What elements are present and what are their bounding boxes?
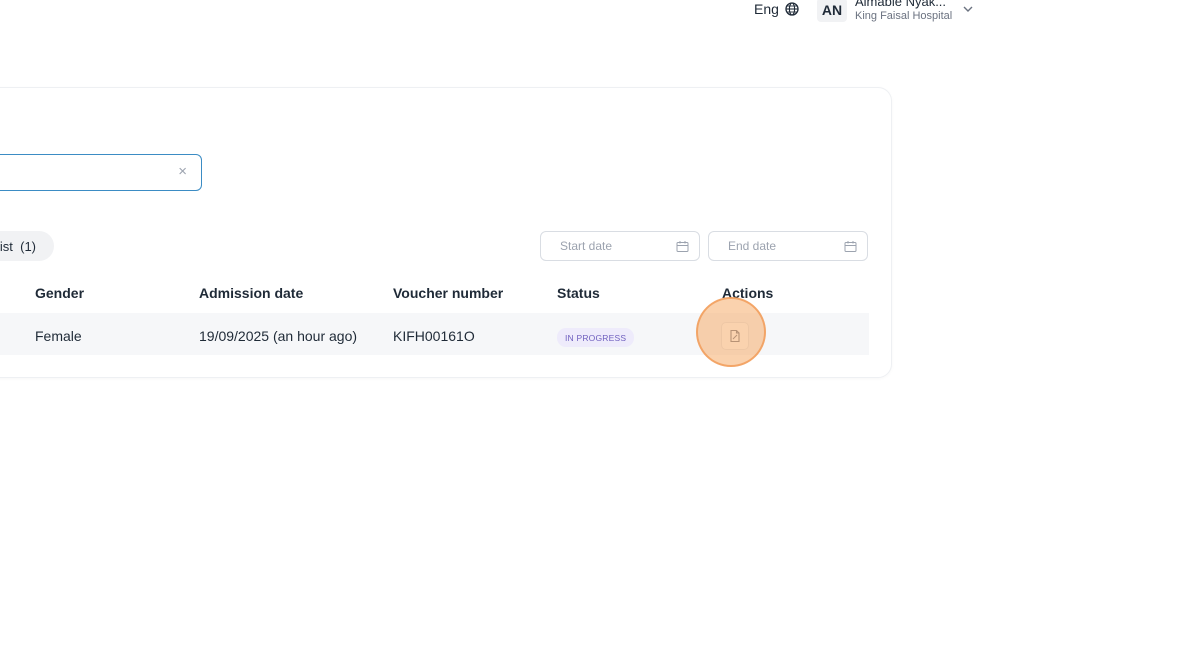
chevron-down-icon[interactable] <box>962 4 974 14</box>
header-status[interactable]: Status <box>557 285 600 301</box>
document-icon <box>730 329 740 343</box>
avatar[interactable]: AN <box>817 0 847 22</box>
language-switcher[interactable]: Eng <box>754 1 799 17</box>
header-admission-date[interactable]: Admission date <box>199 285 303 301</box>
start-date-input[interactable] <box>541 232 680 260</box>
search-input[interactable] <box>0 155 171 188</box>
header-actions: Actions <box>722 285 774 301</box>
clear-icon[interactable]: × <box>178 163 187 180</box>
end-date-picker[interactable] <box>708 231 868 261</box>
top-bar: Eng AN Aimable Nyak... King Faisal Hospi… <box>0 0 1200 30</box>
tab-list[interactable]: List (1) <box>0 231 54 261</box>
view-document-button[interactable] <box>721 322 749 350</box>
user-name: Aimable Nyak... <box>855 0 947 9</box>
calendar-icon <box>676 241 689 252</box>
header-gender[interactable]: Gender <box>35 285 84 301</box>
user-organization: King Faisal Hospital <box>855 9 953 22</box>
cell-gender: Female <box>35 328 82 344</box>
tab-list-label: List <box>0 238 13 254</box>
globe-icon <box>785 2 799 16</box>
cell-admission-date: 19/09/2025 (an hour ago) <box>199 328 358 344</box>
end-date-input[interactable] <box>709 232 848 260</box>
language-label: Eng <box>754 1 779 17</box>
cell-voucher-number: KIFH00161O <box>393 328 475 344</box>
header-voucher-number[interactable]: Voucher number <box>393 285 503 301</box>
status-badge: IN PROGRESS <box>557 328 635 347</box>
tab-list-count: (1) <box>20 238 36 254</box>
calendar-icon <box>844 241 857 252</box>
search-field[interactable]: × <box>0 154 202 191</box>
start-date-picker[interactable] <box>540 231 700 261</box>
user-info[interactable]: Aimable Nyak... King Faisal Hospital <box>855 0 952 23</box>
